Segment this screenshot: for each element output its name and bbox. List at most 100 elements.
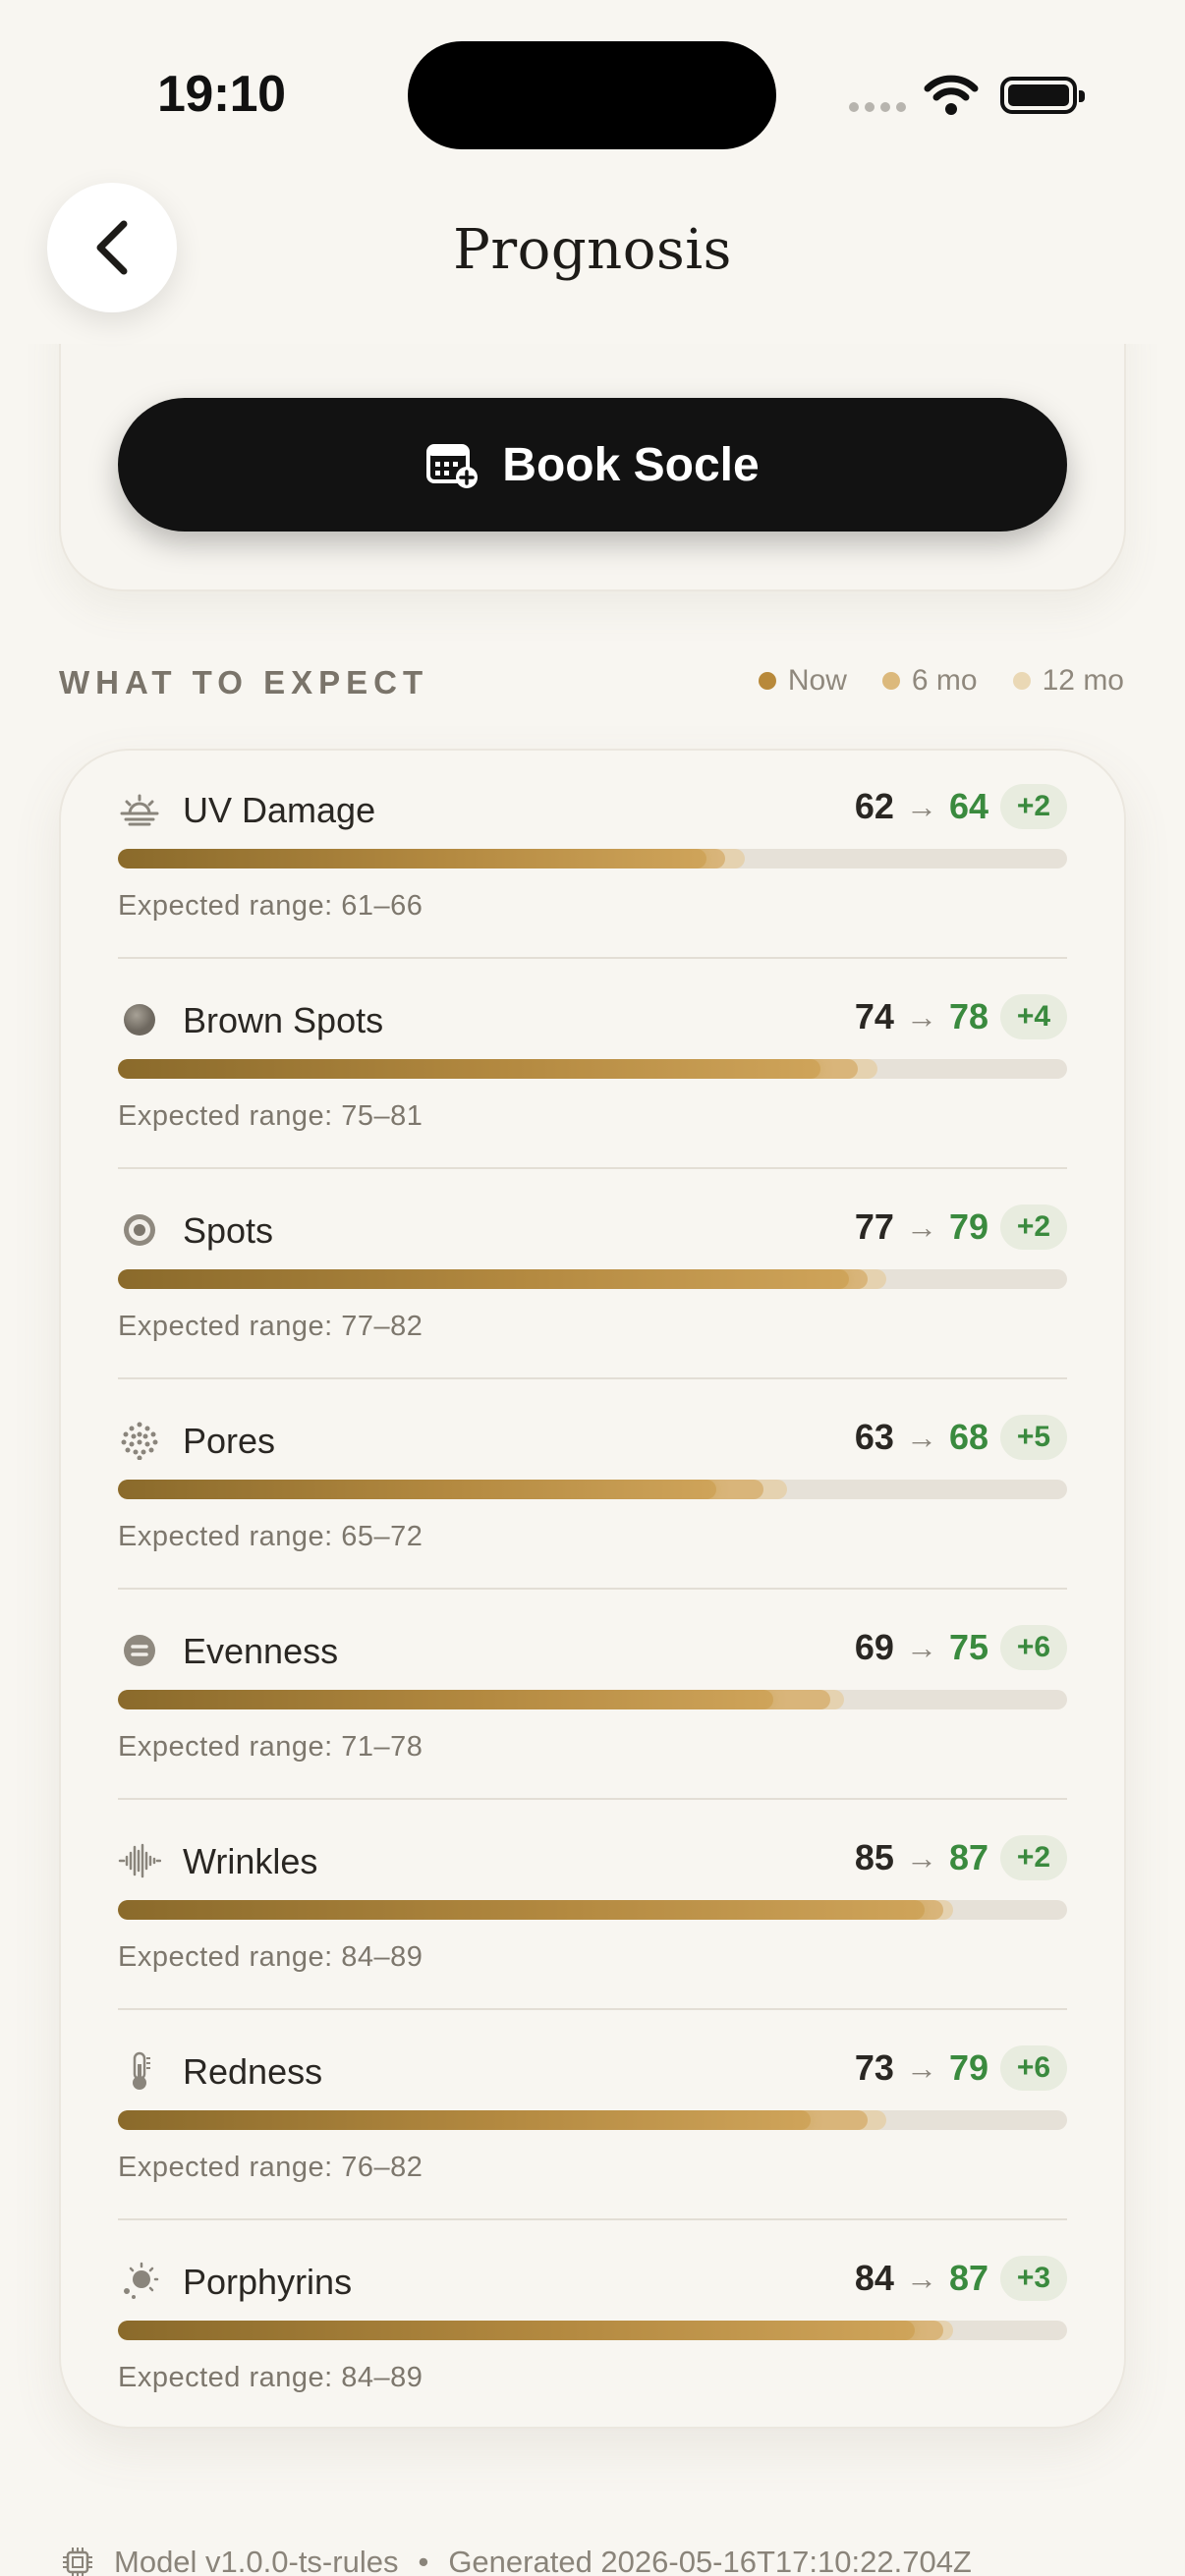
metric-now-value: 84 (854, 2258, 894, 2298)
progress-track (118, 1480, 1067, 1499)
progress-track (118, 1900, 1067, 1920)
legend: Now 6 mo 12 mo (758, 664, 1124, 698)
metric-values: 84 → 87 +3 (855, 2256, 1067, 2301)
arrow-right-icon: → (905, 2260, 937, 2296)
metric-evenness: Evenness 69 → 75 +6 Expected range: 71–7… (118, 1590, 1067, 1800)
footer: Model v1.0.0-ts-rules • Generated 2026-0… (61, 2545, 972, 2576)
metric-now-value: 69 (854, 1627, 894, 1667)
chip-icon (63, 2548, 92, 2576)
metric-delta-badge: +2 (1000, 1204, 1067, 1250)
book-button-label: Book Socle (502, 438, 760, 491)
metric-values: 69 → 75 +6 (855, 1625, 1067, 1670)
metric-values: 62 → 64 +2 (855, 784, 1067, 829)
progress-track (118, 2321, 1067, 2340)
metric-values: 77 → 79 +2 (855, 1204, 1067, 1250)
progress-track (118, 1059, 1067, 1079)
dot-filled-icon (118, 998, 161, 1041)
metric-delta-badge: +6 (1000, 1625, 1067, 1670)
legend-dot-12mo (1012, 672, 1031, 690)
header: Prognosis (0, 157, 1185, 344)
progress-track (118, 2110, 1067, 2130)
book-button[interactable]: Book Socle (118, 398, 1067, 532)
metric-delta-badge: +5 (1000, 1415, 1067, 1460)
metric-future-value: 78 (948, 996, 988, 1036)
sunrise-icon (118, 788, 161, 831)
arrow-right-icon: → (905, 998, 937, 1035)
metric-range: Expected range: 75–81 (118, 1100, 423, 1132)
metric-range: Expected range: 84–89 (118, 1941, 423, 1973)
metric-name: UV Damage (183, 790, 376, 830)
metric-now-value: 62 (854, 786, 894, 826)
progress-now (118, 1900, 926, 1920)
metric-now-value: 85 (854, 1837, 894, 1877)
status-time: 19:10 (157, 66, 286, 123)
metric-range: Expected range: 77–82 (118, 1311, 423, 1342)
metric-now-value: 73 (854, 2047, 894, 2088)
arrow-right-icon: → (905, 1208, 937, 1245)
battery-icon (1000, 77, 1085, 114)
legend-dot-now (758, 672, 776, 690)
metric-future-value: 87 (948, 1837, 988, 1877)
footer-model: Model v1.0.0-ts-rules (114, 2545, 399, 2576)
progress-track (118, 1269, 1067, 1289)
metric-brown-spots: Brown Spots 74 → 78 +4 Expected range: 7… (118, 959, 1067, 1169)
dynamic-island (408, 41, 776, 149)
arrow-right-icon: → (905, 1839, 937, 1876)
metric-values: 73 → 79 +6 (855, 2045, 1067, 2091)
metric-pores: Pores 63 → 68 +5 Expected range: 65–72 (118, 1379, 1067, 1590)
thermometer-icon (118, 2049, 161, 2093)
legend-item-12mo: 12 mo (1012, 664, 1124, 698)
metric-delta-badge: +2 (1000, 784, 1067, 829)
metric-range: Expected range: 65–72 (118, 1521, 423, 1552)
metric-redness: Redness 73 → 79 +6 Expected range: 76–82 (118, 2010, 1067, 2220)
arrow-right-icon: → (905, 788, 937, 824)
progress-now (118, 1690, 773, 1709)
sparkle-sun-icon (118, 2260, 161, 2303)
footer-generated: Generated 2026-05-16T17:10:22.704Z (448, 2545, 972, 2576)
metric-delta-badge: +4 (1000, 994, 1067, 1039)
arrow-right-icon: → (905, 2049, 937, 2086)
calendar-plus-icon (426, 444, 479, 488)
progress-track (118, 1690, 1067, 1709)
progress-now (118, 1480, 716, 1499)
arrow-right-icon: → (905, 1419, 937, 1455)
metric-future-value: 64 (948, 786, 988, 826)
metric-future-value: 79 (948, 1206, 988, 1247)
metric-name: Brown Spots (183, 1000, 384, 1040)
equals-circle-icon (118, 1629, 161, 1672)
metric-future-value: 87 (948, 2258, 988, 2298)
dots-grid-icon (118, 1419, 161, 1462)
metric-range: Expected range: 76–82 (118, 2152, 423, 2183)
metric-now-value: 77 (854, 1206, 894, 1247)
metric-range: Expected range: 84–89 (118, 2362, 423, 2393)
section-heading: WHAT TO EXPECT (59, 664, 429, 700)
metric-now-value: 63 (854, 1417, 894, 1457)
metric-future-value: 68 (948, 1417, 988, 1457)
progress-now (118, 1269, 849, 1289)
progress-track (118, 849, 1067, 868)
cellular-signal-icon (849, 102, 906, 112)
progress-now (118, 1059, 820, 1079)
progress-now (118, 2110, 812, 2130)
legend-item-now: Now (758, 664, 847, 698)
metric-future-value: 79 (948, 2047, 988, 2088)
page-title: Prognosis (453, 218, 732, 282)
metric-name: Redness (183, 2051, 323, 2092)
target-icon (118, 1208, 161, 1252)
legend-dot-6mo (881, 672, 900, 690)
metric-name: Wrinkles (183, 1841, 318, 1881)
metric-porphyrins: Porphyrins 84 → 87 +3 Expected range: 84… (118, 2220, 1067, 2431)
metric-name: Porphyrins (183, 2262, 353, 2302)
waveform-icon (118, 1839, 161, 1882)
metric-name: Evenness (183, 1631, 339, 1671)
metric-values: 74 → 78 +4 (855, 994, 1067, 1039)
metric-future-value: 75 (948, 1627, 988, 1667)
metric-values: 85 → 87 +2 (855, 1835, 1067, 1880)
metric-uv-damage: UV Damage 62 → 64 +2 Expected range: 61–… (118, 749, 1067, 959)
legend-item-6mo: 6 mo (881, 664, 978, 698)
metric-delta-badge: +3 (1000, 2256, 1067, 2301)
wifi-icon (924, 75, 979, 115)
progress-now (118, 849, 706, 868)
progress-now (118, 2321, 916, 2340)
legend-label-now: Now (787, 664, 847, 697)
